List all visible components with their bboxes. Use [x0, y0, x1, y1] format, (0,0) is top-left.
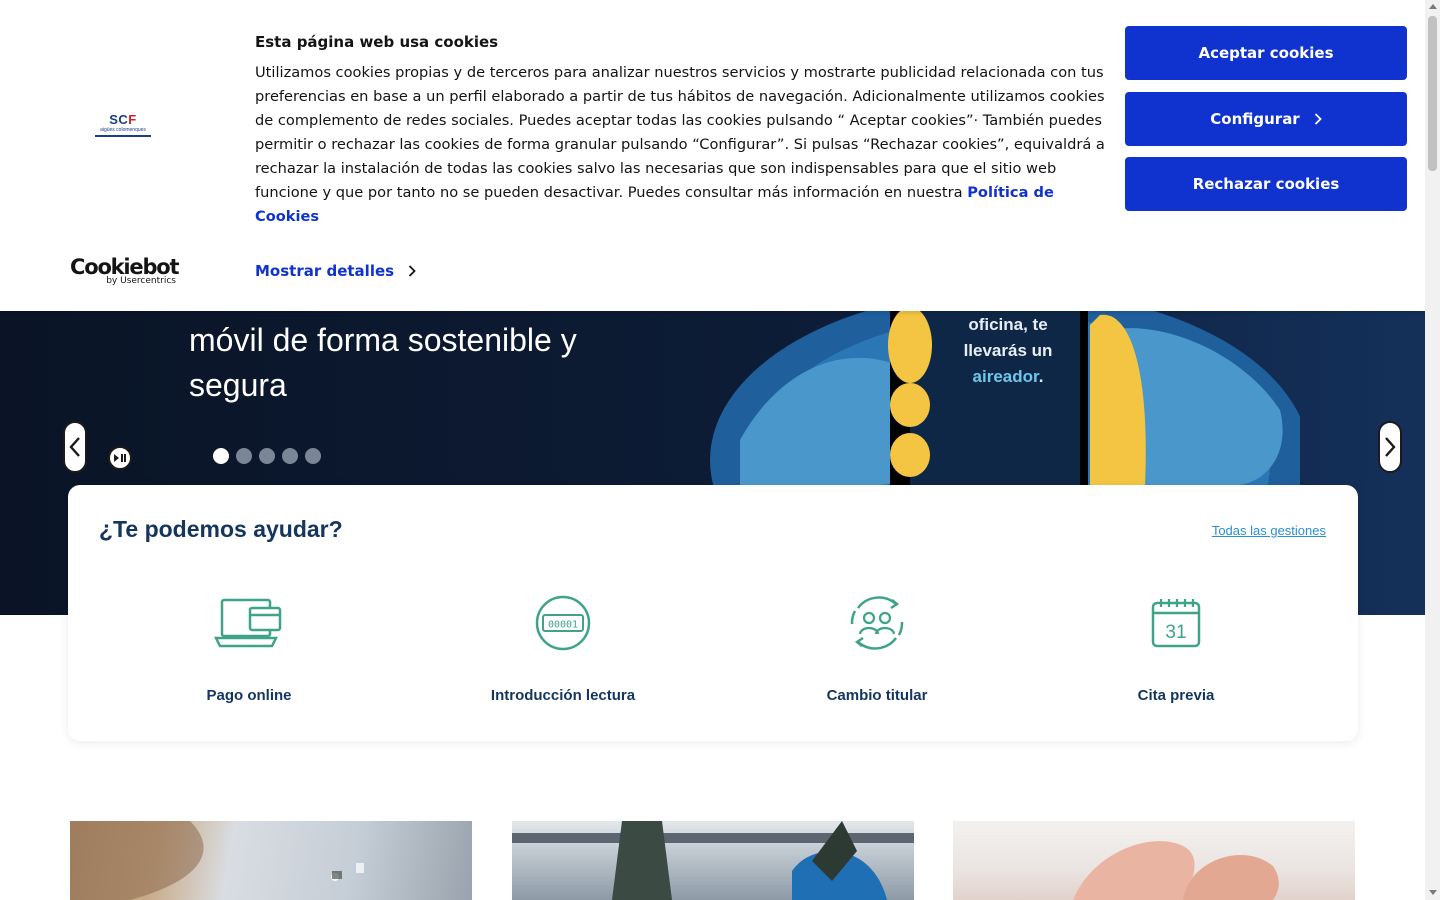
chevron-left-icon [69, 437, 80, 457]
help-item-meter-reading[interactable]: 00001 Introducción lectura [453, 593, 673, 704]
svg-text:31: 31 [1165, 622, 1186, 643]
hero-phone-highlight: aireador [972, 367, 1039, 386]
carousel-dot-3[interactable] [259, 448, 275, 464]
cookie-banner-text: Utilizamos cookies propias y de terceros… [255, 64, 1105, 225]
cookiebot-logo: Cookiebot by Usercentrics [70, 255, 180, 286]
carousel-dot-2[interactable] [236, 448, 252, 464]
hero-headline: móvil de forma sostenible y segura [189, 322, 577, 403]
hero-phone-text: oficina, te llevarás un aireador. [963, 315, 1053, 386]
carousel-next-button[interactable] [1378, 421, 1402, 473]
help-item-label: Cita previa [1137, 687, 1215, 704]
scrollbar-thumb[interactable] [1428, 16, 1437, 171]
news-image-2[interactable] [512, 821, 914, 900]
chevron-right-icon [408, 265, 416, 277]
carousel-dot-4[interactable] [282, 448, 298, 464]
configure-cookies-button[interactable]: Configurar [1125, 92, 1407, 146]
carousel-dot-1[interactable] [213, 448, 229, 464]
chevron-right-icon [1385, 437, 1396, 457]
carousel-dots [213, 448, 321, 464]
scf-logo-subtitle: aigües colomenques [100, 127, 146, 133]
configure-label: Configurar [1210, 110, 1300, 128]
scroll-down-arrow[interactable] [1429, 890, 1437, 895]
calendar-icon: 31 [1151, 599, 1201, 648]
help-item-appointment[interactable]: 31 Cita previa [1066, 593, 1286, 704]
help-item-label: Pago online [206, 687, 292, 704]
show-details-label: Mostrar detalles [255, 262, 395, 280]
chevron-right-icon [1314, 113, 1322, 125]
page-scrollbar[interactable] [1425, 0, 1440, 900]
carousel-dot-5[interactable] [305, 448, 321, 464]
all-procedures-link[interactable]: Todas las gestiones [1212, 523, 1326, 538]
scroll-up-arrow[interactable] [1429, 4, 1437, 9]
help-title: ¿Te podemos ayudar? [99, 516, 343, 542]
owner-change-icon [850, 596, 904, 650]
news-image-1[interactable] [70, 821, 472, 900]
cookie-consent-banner: SCF aigües colomenques Cookiebot by User… [0, 0, 1425, 311]
carousel-prev-button[interactable] [63, 421, 87, 473]
scf-logo: SCF aigües colomenques [95, 113, 151, 137]
meter-reading-icon: 00001 [535, 595, 591, 651]
help-item-label: Introducción lectura [490, 687, 636, 704]
laptop-wallet-icon [214, 598, 282, 648]
cookie-banner-title: Esta página web usa cookies [255, 33, 499, 51]
help-item-label: Cambio titular [826, 687, 928, 704]
show-details-link[interactable]: Mostrar detalles [255, 262, 416, 280]
accept-cookies-button[interactable]: Aceptar cookies [1125, 26, 1407, 80]
help-item-owner-change[interactable]: Cambio titular [767, 593, 987, 704]
help-card: ¿Te podemos ayudar? Todas las gestiones … [68, 485, 1358, 741]
svg-text:00001: 00001 [548, 620, 578, 631]
carousel-play-pause-button[interactable] [108, 446, 132, 470]
news-image-3[interactable] [953, 821, 1355, 900]
reject-cookies-button[interactable]: Rechazar cookies [1125, 157, 1407, 211]
help-item-online-payment[interactable]: Pago online [139, 593, 359, 704]
play-pause-icon [114, 454, 126, 462]
